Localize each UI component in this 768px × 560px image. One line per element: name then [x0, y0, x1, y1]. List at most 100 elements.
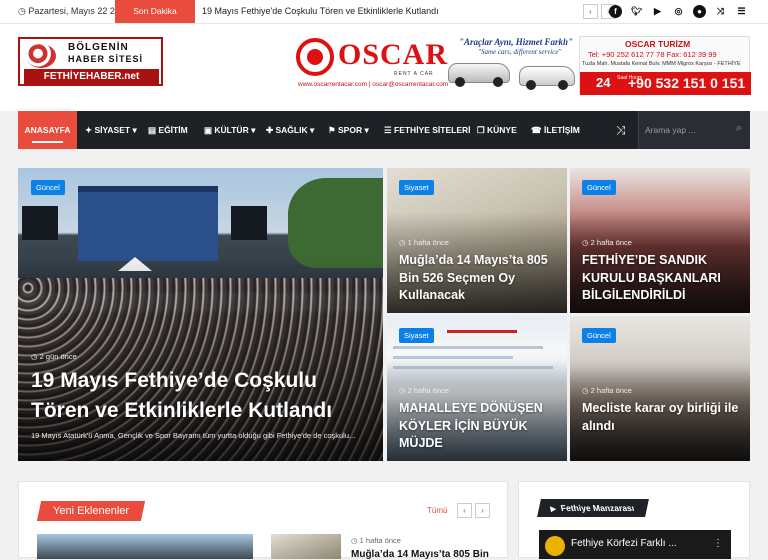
category-badge[interactable]: Güncel — [582, 180, 616, 195]
ad-phone: Tel: +90 252 612 77 78 Fax: 612 39 99 — [588, 50, 717, 59]
widget-title-text: Fethiye Manzarası — [560, 503, 636, 513]
book-icon: ▤ — [148, 125, 157, 135]
section-pager: ‹ › — [457, 503, 490, 518]
nav-item-iletisim[interactable]: ☎ İLETİŞİM — [531, 111, 580, 149]
post-time: ◷ 2 hafta önce — [582, 386, 632, 395]
nav-item-siyaset[interactable]: ✦ SİYASET ▾ — [85, 111, 137, 149]
story-card[interactable]: Güncel ◷ 2 hafta önce FETHİYE’DE SANDIK … — [570, 168, 750, 313]
user-icon[interactable]: ● — [693, 5, 706, 18]
nav-item-label: KÜLTÜR — [214, 125, 249, 135]
facebook-icon[interactable]: f — [609, 5, 622, 18]
list-icon: ☰ — [384, 125, 392, 135]
random-post-icon[interactable]: ⤨ — [616, 123, 626, 138]
site-logo[interactable]: BÖLGENİN HABER SİTESİ FETHİYEHABER.net — [18, 37, 163, 86]
chevron-down-icon: ▾ — [310, 125, 315, 135]
copy-icon: ❐ — [477, 125, 485, 135]
post-time-text: 2 gün önce — [39, 352, 77, 361]
nav-item-label: KÜNYE — [487, 125, 517, 135]
featured-story[interactable]: Güncel ◷ 2 gün önce 19 Mayıs Fethiye’de … — [18, 168, 383, 461]
photo-element — [231, 206, 267, 240]
ad-address: Tuzla Mah. Mustafa Kemal Bulv. MMM Migro… — [582, 61, 741, 67]
video-widget: ▶ Fethiye Manzarası Fethiye Körfezi Farkl… — [518, 481, 750, 559]
photo-element — [288, 178, 383, 268]
youtube-icon[interactable]: ▶ — [651, 5, 664, 18]
nav-item-home[interactable]: ANASAYFA — [18, 111, 77, 149]
nav-item-label: FETHİYE SİTELERİ — [394, 125, 471, 135]
nav-item-kunye[interactable]: ❐ KÜNYE — [477, 111, 517, 149]
ad-slogan-en: "Same cars, different service" — [478, 48, 562, 56]
health-icon: ✚ — [266, 125, 274, 135]
nav-item-label: EĞİTİM — [158, 125, 188, 135]
chevron-down-icon: ▾ — [364, 125, 369, 135]
nav-item-spor[interactable]: ⚑ SPOR ▾ — [328, 111, 369, 149]
prev-arrow-icon[interactable]: ‹ — [583, 4, 598, 19]
widget-title: ▶ Fethiye Manzarası — [537, 499, 649, 517]
ad-hotline: 24 Saat Hours +90 532 151 0 151 — [580, 72, 751, 95]
latest-posts-section: Yeni Eklenenler Tümü ‹ › ◷ 1 hafta önce … — [18, 481, 508, 560]
story-card[interactable]: Güncel ◷ 2 hafta önce Mecliste karar oy … — [570, 316, 750, 461]
post-time: ◷ 1 hafta önce — [351, 536, 401, 545]
post-time: ◷ 2 hafta önce — [582, 238, 632, 247]
breaking-news-link[interactable]: 19 Mayıs Fethiye'de Coşkulu Tören ve Etk… — [202, 6, 439, 16]
logo-line-2: HABER SİTESİ — [68, 54, 144, 64]
post-title[interactable]: Muğla’da 14 Mayıs’ta 805 Bin — [351, 549, 489, 560]
story-title[interactable]: FETHİYE’DE SANDIK KURULU BAŞKANLARI BİLG… — [582, 252, 744, 305]
chevron-down-icon: ▾ — [251, 125, 256, 135]
category-badge[interactable]: Siyaset — [399, 328, 434, 343]
instagram-icon[interactable]: ◎ — [672, 5, 685, 18]
story-title[interactable]: Mecliste karar oy birliği ile alındı — [582, 400, 744, 435]
social-links: f 🐦︎ ▶ ◎ ● ⤨ ☰ — [609, 5, 748, 18]
photo-element — [393, 346, 543, 349]
post-time: ◷ 2 gün önce — [31, 352, 77, 361]
view-all-link[interactable]: Tümü — [427, 506, 447, 515]
oscar-logo-icon — [296, 38, 334, 76]
breaking-news-label: Son Dakika Haberleri — [115, 0, 195, 39]
twitter-icon[interactable]: 🐦︎ — [630, 5, 643, 18]
nav-item-kultur[interactable]: ▣ KÜLTÜR ▾ — [204, 111, 255, 149]
logo-line-1: BÖLGENİN — [68, 42, 129, 53]
prev-arrow-icon[interactable]: ‹ — [457, 503, 472, 518]
sport-icon: ⚑ — [328, 125, 336, 135]
ad-website: www.oscarrentacar.com | oscar@oscarrenta… — [298, 81, 449, 88]
category-badge[interactable]: Siyaset — [399, 180, 434, 195]
oscar-ad-banner[interactable]: OSCAR RENT A CAR www.oscarrentacar.com |… — [296, 36, 751, 95]
video-title[interactable]: Fethiye Körfezi Farklı ... — [571, 538, 691, 549]
post-time-text: 1 hafta önce — [359, 536, 401, 545]
photo-element — [447, 330, 517, 333]
nav-item-label: SİYASET — [94, 125, 131, 135]
more-options-icon[interactable]: ⋮ — [713, 538, 723, 549]
category-badge[interactable]: Güncel — [31, 180, 65, 195]
search-icon[interactable]: ⌕ — [736, 122, 742, 135]
section-title: Yeni Eklenenler — [36, 501, 146, 521]
post-time-text: 2 hafta önce — [590, 386, 632, 395]
photo-element — [78, 186, 218, 261]
story-card[interactable]: Siyaset ◷ 1 hafta önce Muğla’da 14 Mayıs… — [387, 168, 567, 313]
story-title[interactable]: 19 Mayıs Fethiye’de Coşkulu Tören ve Etk… — [31, 366, 376, 426]
post-thumbnail[interactable] — [37, 534, 253, 559]
nav-item-saglik[interactable]: ✚ SAĞLIK ▾ — [266, 111, 314, 149]
phone-icon: ☎ — [531, 125, 542, 135]
ad-subtitle: RENT A CAR — [394, 71, 434, 77]
search-input[interactable] — [645, 122, 733, 138]
video-player[interactable]: Fethiye Körfezi Farklı ... ⋮ — [539, 530, 731, 559]
story-excerpt: 19 Mayıs Atatürk'ü Anma, Gençlik ve Spor… — [31, 431, 356, 440]
nav-item-label: SAĞLIK — [275, 125, 308, 135]
logo-line-3: FETHİYEHABER.net — [24, 69, 159, 84]
ad-24: 24 — [596, 75, 611, 90]
post-time-text: 1 hafta önce — [407, 238, 449, 247]
ad-mobile: +90 532 151 0 151 — [628, 75, 746, 91]
post-thumbnail[interactable] — [271, 534, 341, 559]
story-title[interactable]: Muğla’da 14 Mayıs’ta 805 Bin 526 Seçmen … — [399, 252, 561, 305]
category-badge[interactable]: Güncel — [582, 328, 616, 343]
play-icon: ▶ — [549, 506, 557, 513]
shuffle-icon[interactable]: ⤨ — [714, 5, 727, 18]
nav-item-fethiye-siteleri[interactable]: ☰ FETHİYE SİTELERİ — [384, 111, 471, 149]
story-title[interactable]: MAHALLEYE DÖNÜŞEN KÖYLER İÇİN BÜYÜK MÜJD… — [399, 400, 561, 453]
nav-item-egitim[interactable]: ▤ EĞİTİM — [148, 111, 188, 149]
car-image — [519, 66, 575, 90]
menu-icon[interactable]: ☰ — [735, 5, 748, 18]
next-arrow-icon[interactable]: › — [475, 503, 490, 518]
story-card[interactable]: Siyaset ◷ 2 hafta önce MAHALLEYE DÖNÜŞEN… — [387, 316, 567, 461]
post-time: ◷ 1 hafta önce — [399, 238, 449, 247]
ad-slogan-tr: "Araçlar Aynı, Hizmet Farklı" — [459, 37, 574, 47]
